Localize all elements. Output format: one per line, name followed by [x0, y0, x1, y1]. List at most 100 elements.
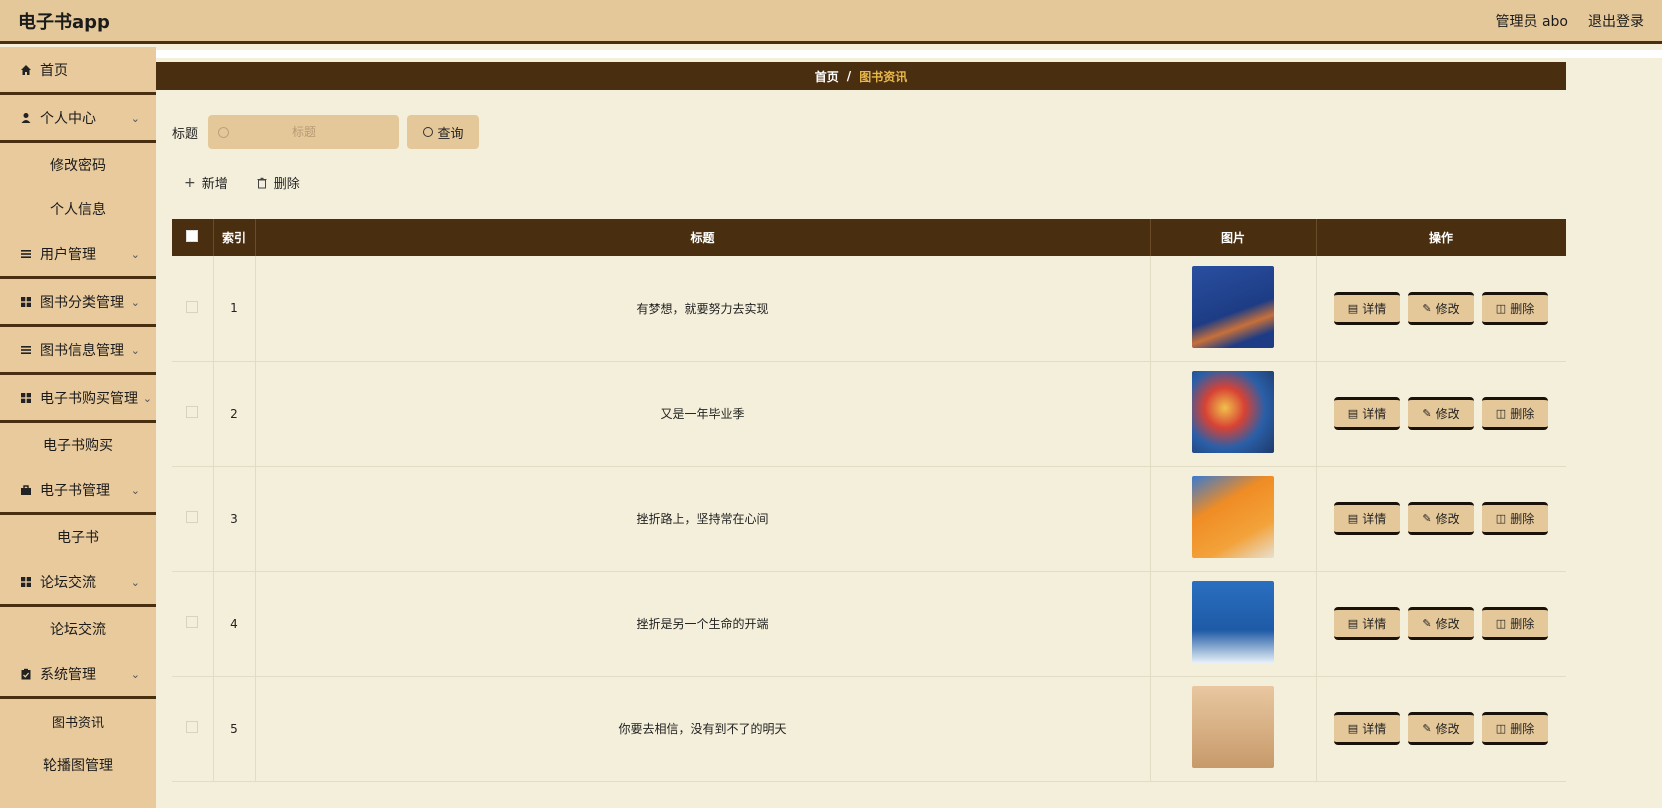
row-checkbox[interactable]: [186, 616, 199, 628]
sidebar-item-home[interactable]: 首页: [0, 47, 156, 95]
detail-button-label: 详情: [1362, 301, 1387, 316]
document-icon: ▤: [1347, 407, 1359, 420]
detail-button-label: 详情: [1362, 722, 1387, 736]
batch-delete-button[interactable]: 删除: [256, 173, 300, 192]
trash-icon: ◫: [1495, 512, 1507, 525]
sidebar-item-label: 论坛交流: [40, 574, 96, 591]
app-title: 电子书app: [18, 11, 110, 33]
sidebar-subitem-book-news[interactable]: 图书资讯: [0, 699, 156, 743]
sidebar-item-ebook-purchase-mgmt[interactable]: 电子书购买管理 ⌄: [0, 375, 156, 423]
delete-button[interactable]: ◫ 删除: [1482, 397, 1548, 430]
sidebar-item-book-info-mgmt[interactable]: 图书信息管理 ⌄: [0, 327, 156, 375]
row-checkbox[interactable]: [186, 300, 199, 313]
detail-button[interactable]: ▤ 详情: [1334, 502, 1400, 535]
delete-button[interactable]: ◫ 删除: [1482, 291, 1548, 325]
sidebar-subitem-forum[interactable]: 论坛交流: [0, 607, 156, 651]
sidebar-subitem-ebook[interactable]: 电子书: [0, 515, 156, 559]
sidebar-item-label: 电子书购买管理: [40, 390, 138, 407]
column-header-operations: 操作: [1316, 219, 1566, 256]
column-header-title: 标题: [255, 219, 1151, 256]
book-cover-image: [1192, 476, 1274, 558]
sidebar-item-system-mgmt[interactable]: 系统管理 ⌄: [0, 651, 156, 699]
clipboard-icon: [18, 668, 34, 680]
detail-button[interactable]: ▤ 详情: [1334, 712, 1400, 745]
action-row: + 新增 删除: [184, 173, 300, 193]
row-checkbox[interactable]: [186, 721, 199, 733]
breadcrumb-current: 图书资讯: [859, 69, 908, 84]
grid-icon: [18, 296, 34, 308]
search-icon: [422, 127, 433, 137]
pencil-icon: ✎: [1422, 512, 1432, 525]
sidebar-subitem-change-password[interactable]: 修改密码: [0, 143, 156, 187]
delete-button[interactable]: ◫ 删除: [1482, 502, 1548, 535]
edit-button[interactable]: ✎ 修改: [1408, 397, 1474, 430]
edit-button[interactable]: ✎ 修改: [1408, 712, 1474, 745]
search-box[interactable]: [208, 115, 400, 149]
row-index: 2: [213, 361, 256, 467]
admin-user-label[interactable]: 管理员 abo: [1496, 11, 1568, 31]
home-icon: [18, 64, 34, 76]
delete-button-label: 删除: [1510, 512, 1535, 526]
document-icon: ▤: [1347, 301, 1359, 315]
edit-button[interactable]: ✎ 修改: [1408, 291, 1474, 325]
chevron-down-icon: ⌄: [130, 247, 140, 261]
detail-button-label: 详情: [1362, 407, 1387, 421]
search-icon: [218, 126, 230, 138]
row-index: 4: [213, 571, 256, 677]
batch-delete-button-label: 删除: [273, 177, 300, 192]
sidebar: 首页 个人中心 ⌄ 修改密码 个人信息 用户管理 ⌄ 图书分类管理 ⌄ 图书信息…: [0, 47, 156, 808]
detail-button[interactable]: ▤ 详情: [1334, 397, 1400, 430]
delete-button[interactable]: ◫ 删除: [1482, 712, 1548, 745]
edit-button-label: 修改: [1435, 512, 1460, 526]
detail-button[interactable]: ▤ 详情: [1334, 291, 1400, 325]
sidebar-item-ebook-mgmt[interactable]: 电子书管理 ⌄: [0, 467, 156, 515]
breadcrumb-home[interactable]: 首页: [815, 68, 839, 85]
book-cover-image: [1192, 371, 1274, 453]
logout-link[interactable]: 退出登录: [1588, 11, 1644, 31]
edit-button[interactable]: ✎ 修改: [1408, 607, 1474, 640]
sidebar-item-forum[interactable]: 论坛交流 ⌄: [0, 559, 156, 607]
detail-button[interactable]: ▤ 详情: [1334, 607, 1400, 640]
sidebar-item-label: 首页: [40, 62, 68, 79]
row-checkbox[interactable]: [186, 406, 199, 418]
search-input[interactable]: [229, 125, 380, 139]
select-all-checkbox[interactable]: [186, 230, 199, 242]
top-header: 电子书app 管理员 abo 退出登录: [0, 0, 1662, 44]
column-header-image: 图片: [1150, 219, 1317, 256]
breadcrumb-separator: /: [846, 69, 852, 83]
delete-button-label: 删除: [1510, 407, 1535, 421]
edit-button-label: 修改: [1435, 407, 1460, 421]
table-row: 5 你要去相信，没有到不了的明天 ▤ 详情 ✎ 修改 ◫ 删除: [172, 676, 1566, 782]
sidebar-item-label: 图书信息管理: [40, 342, 124, 359]
table-row: 2 又是一年毕业季 ▤ 详情 ✎ 修改 ◫ 删除: [172, 361, 1566, 467]
news-table: 索引 标题 图片 操作 1 有梦想，就要努力去实现 ▤详情 ✎修改 ◫删除: [172, 219, 1566, 808]
query-button[interactable]: 查询: [407, 115, 480, 149]
user-icon: [18, 112, 34, 124]
table-row: 4 挫折是另一个生命的开端 ▤ 详情 ✎ 修改 ◫ 删除: [172, 571, 1566, 677]
book-cover-image: [1192, 686, 1274, 768]
sidebar-item-book-category-mgmt[interactable]: 图书分类管理 ⌄: [0, 279, 156, 327]
trash-icon: [256, 177, 268, 189]
breadcrumb: 首页 / 图书资讯: [156, 62, 1566, 90]
header-user-area: 管理员 abo 退出登录: [1496, 11, 1644, 31]
sidebar-subitem-carousel-mgmt[interactable]: 轮播图管理: [0, 743, 156, 787]
book-cover-image: [1192, 581, 1274, 663]
delete-button[interactable]: ◫ 删除: [1482, 607, 1548, 640]
edit-button-label: 修改: [1435, 722, 1460, 736]
chevron-down-icon: ⌄: [130, 575, 140, 589]
sidebar-item-label: 电子书管理: [40, 482, 110, 499]
sidebar-subitem-ebook-purchase[interactable]: 电子书购买: [0, 423, 156, 467]
add-button[interactable]: + 新增: [184, 173, 228, 193]
sidebar-item-user-mgmt[interactable]: 用户管理 ⌄: [0, 231, 156, 279]
sidebar-item-personal-center[interactable]: 个人中心 ⌄: [0, 95, 156, 143]
row-checkbox[interactable]: [186, 511, 199, 523]
pencil-icon: ✎: [1422, 617, 1432, 630]
edit-button[interactable]: ✎ 修改: [1408, 502, 1474, 535]
sidebar-item-label: 图书分类管理: [40, 294, 124, 311]
delete-button-label: 删除: [1510, 301, 1535, 316]
row-title: 又是一年毕业季: [255, 361, 1151, 467]
pencil-icon: ✎: [1422, 301, 1432, 315]
sidebar-subitem-personal-info[interactable]: 个人信息: [0, 187, 156, 231]
row-index: 5: [213, 676, 256, 782]
sidebar-item-label: 系统管理: [40, 666, 96, 683]
